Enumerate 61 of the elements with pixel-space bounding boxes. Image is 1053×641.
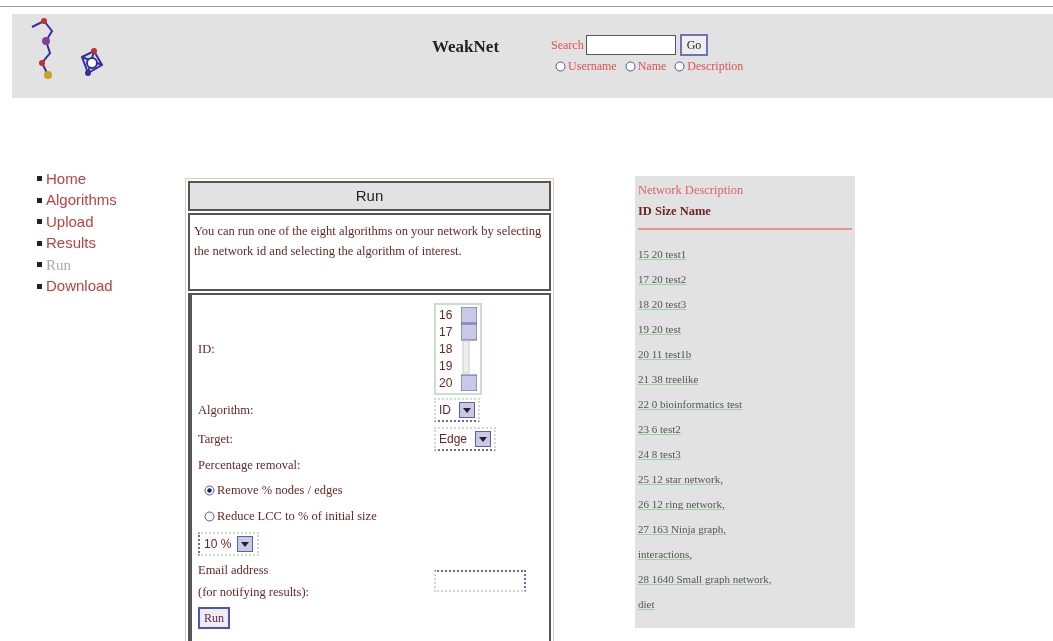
list-option[interactable]: 20	[439, 375, 461, 392]
bullet-icon	[37, 219, 42, 225]
network-link[interactable]: 26 12 ring network,	[638, 492, 725, 517]
id-listbox[interactable]: 16 17 18 19 20	[434, 303, 482, 395]
bullet-icon	[37, 176, 42, 182]
radio-label: Reduce LCC to % of initial size	[217, 507, 377, 525]
id-label: ID:	[198, 340, 215, 358]
network-link[interactable]: 24 8 test3	[638, 442, 681, 467]
network-link[interactable]: 25 12 star network,	[638, 467, 723, 492]
network-link[interactable]: 19 20 test	[638, 317, 681, 342]
network-link[interactable]: 22 0 bioinformatics test	[638, 392, 743, 417]
bullet-icon	[37, 240, 42, 246]
nav-link[interactable]: Results	[46, 232, 97, 255]
nav-link[interactable]: Upload	[46, 210, 94, 233]
email-label: Email address	[198, 562, 270, 579]
radio-label: Username	[568, 58, 617, 75]
site-title: WeakNet	[432, 36, 500, 58]
percentage-label: Percentage removal:	[198, 456, 301, 474]
nav-link[interactable]: Algorithms	[46, 189, 117, 212]
algorithm-label: Algorithm:	[198, 401, 254, 419]
radio-button[interactable]	[204, 484, 215, 496]
go-button[interactable]: Go	[679, 34, 709, 56]
radio-label: Description	[687, 58, 744, 75]
radio-label: Name	[637, 58, 667, 75]
radio-button[interactable]	[204, 510, 215, 522]
run-button[interactable]: Run	[198, 607, 230, 629]
email-field[interactable]	[434, 570, 526, 592]
radio-button[interactable]	[674, 60, 686, 72]
bullet-icon	[37, 197, 42, 203]
panel-heading: Network Description	[638, 182, 745, 199]
panel-title: Run	[188, 181, 551, 211]
network-link[interactable]: 20 11 test1b	[638, 342, 692, 367]
email-hint: (for notifying results):	[198, 584, 311, 601]
network-link[interactable]: 28 1640 Small graph network,	[638, 567, 772, 592]
network-link[interactable]: 15 20 test1	[638, 242, 687, 267]
algorithm-select[interactable]: ID	[434, 398, 480, 422]
network-link[interactable]: 17 20 test2	[638, 267, 687, 292]
search-field[interactable]	[585, 35, 676, 55]
network-link[interactable]: 27 163 Ninja graph,	[638, 517, 726, 542]
bullet-icon	[37, 262, 42, 268]
percentage-select[interactable]: 10 %	[198, 532, 260, 556]
radio-button[interactable]	[555, 60, 567, 72]
target-label: Target:	[198, 430, 233, 448]
bullet-icon	[37, 283, 42, 289]
list-option[interactable]: 19	[439, 358, 461, 375]
list-option[interactable]: 18	[439, 341, 461, 358]
search-label: Search	[551, 37, 584, 54]
radio-label: Remove % nodes / edges	[217, 481, 343, 499]
nav-link[interactable]: Home	[46, 167, 86, 190]
radio-button[interactable]	[624, 60, 636, 72]
list-option[interactable]: 17	[439, 324, 461, 341]
intro-text: You can run one of the eight algorithms on your network by selecting the network id and selecting the algorithm of interest.	[194, 223, 543, 260]
network-link[interactable]: interactions,	[638, 542, 693, 567]
nav-link[interactable]: Download	[46, 275, 113, 298]
list-option[interactable]: 16	[439, 307, 461, 324]
column-headers: ID Size Name	[638, 203, 712, 220]
target-select[interactable]: Edge	[434, 427, 497, 451]
network-link[interactable]: diet	[638, 592, 655, 617]
network-link[interactable]: 23 6 test2	[638, 417, 681, 442]
network-link[interactable]: 21 38 treelike	[638, 367, 699, 392]
network-link[interactable]: 18 20 test3	[638, 292, 687, 317]
